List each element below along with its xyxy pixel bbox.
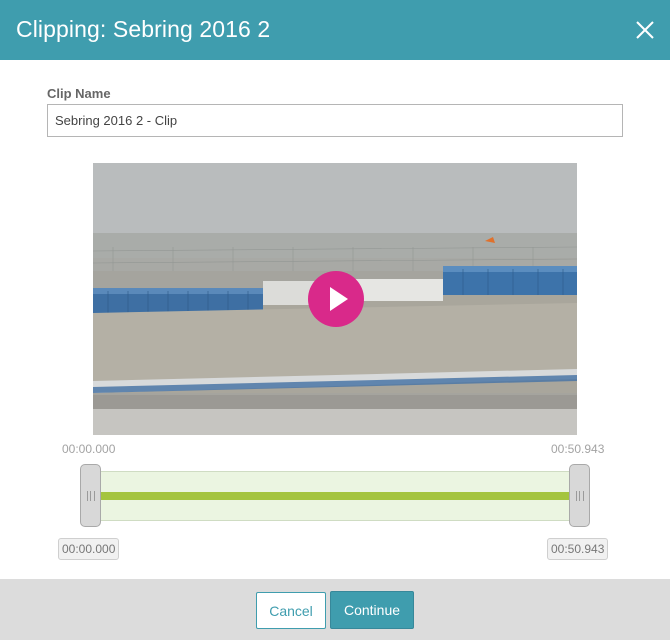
selection-end-time[interactable]: 00:50.943 bbox=[547, 538, 609, 560]
dialog-header: Clipping: Sebring 2016 2 bbox=[0, 0, 670, 60]
clip-range-track[interactable] bbox=[100, 471, 570, 521]
close-button[interactable] bbox=[634, 19, 656, 41]
clip-name-input[interactable] bbox=[47, 104, 623, 137]
range-start-handle[interactable] bbox=[80, 464, 101, 527]
video-player[interactable] bbox=[93, 163, 577, 435]
play-icon bbox=[330, 287, 348, 311]
dialog-title: Clipping: Sebring 2016 2 bbox=[16, 16, 271, 42]
cancel-button[interactable]: Cancel bbox=[256, 592, 326, 629]
dialog-footer: Cancel Continue bbox=[0, 579, 670, 640]
timeline-start-time: 00:00.000 bbox=[62, 442, 116, 456]
range-end-handle[interactable] bbox=[569, 464, 590, 527]
play-button[interactable] bbox=[308, 271, 364, 327]
clip-name-label: Clip Name bbox=[47, 86, 111, 101]
selection-start-time[interactable]: 00:00.000 bbox=[58, 538, 120, 560]
continue-button[interactable]: Continue bbox=[330, 591, 414, 629]
close-icon bbox=[636, 21, 654, 39]
grip-icon bbox=[576, 491, 584, 501]
timeline-end-time: 00:50.943 bbox=[551, 442, 605, 456]
grip-icon bbox=[87, 491, 95, 501]
clip-range-fill bbox=[101, 492, 569, 500]
